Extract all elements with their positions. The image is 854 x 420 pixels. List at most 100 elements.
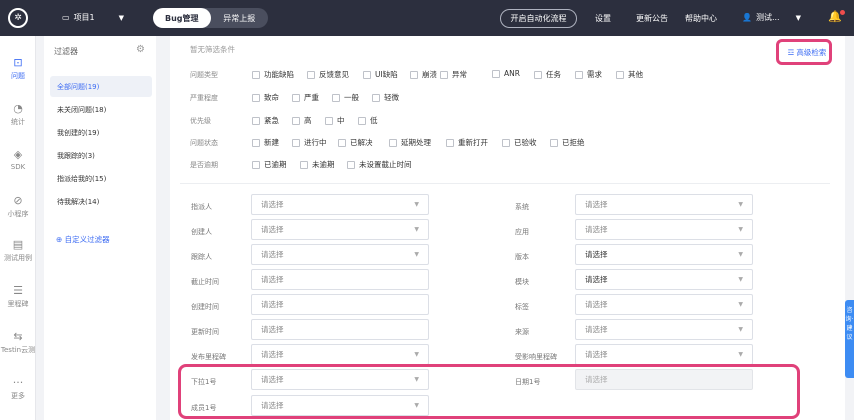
checkbox-high[interactable]: 高 bbox=[292, 115, 312, 126]
checkbox-urgent[interactable]: 紧急 bbox=[252, 115, 279, 126]
nav-sdk[interactable]: ◈ SDK bbox=[0, 148, 36, 171]
assignee-select[interactable]: 请选择 ▼ bbox=[251, 194, 429, 215]
nav-help-center[interactable]: 帮助中心 bbox=[685, 13, 717, 24]
checkbox-ui-defect[interactable]: UI缺陷 bbox=[363, 69, 398, 80]
select-placeholder: 请选择 bbox=[585, 275, 608, 284]
filter-assigned-to-me[interactable]: 指派给我的(15) bbox=[50, 168, 152, 189]
checkbox-normal[interactable]: 一般 bbox=[332, 92, 359, 103]
checkbox-medium[interactable]: 中 bbox=[325, 115, 345, 126]
checkbox-resolved[interactable]: 已解决 bbox=[338, 137, 373, 148]
version-select[interactable]: 请选择 ▼ bbox=[575, 244, 753, 265]
field-label-deadline: 截止时间 bbox=[191, 278, 219, 286]
nav-settings[interactable]: 设置 bbox=[595, 13, 611, 24]
app-logo-icon[interactable]: ✲ bbox=[8, 8, 28, 28]
filter-tracked-by-me[interactable]: 我跟踪的(3) bbox=[50, 145, 152, 166]
checkbox-box bbox=[502, 138, 510, 147]
filter-to-resolve[interactable]: 待我解决(14) bbox=[50, 191, 152, 212]
cloud-icon: ⇆ bbox=[13, 330, 23, 343]
nav-testcase[interactable]: ▤ 测试用例 bbox=[0, 238, 36, 263]
checkbox-serious[interactable]: 严重 bbox=[292, 92, 319, 103]
checkbox-not-overdue[interactable]: 未逾期 bbox=[300, 159, 335, 170]
top-bar: ✲ ▭ 项目1 ▼ Bug管理 异常上报 开启自动化流程 设置 更新公告 帮助中… bbox=[0, 0, 854, 36]
enable-automation-button[interactable]: 开启自动化流程 bbox=[500, 9, 577, 28]
checkbox-task[interactable]: 任务 bbox=[534, 69, 561, 80]
checkbox-minor[interactable]: 轻微 bbox=[372, 92, 399, 103]
nav-issues[interactable]: ⊡ 问题 bbox=[0, 56, 36, 81]
checkbox-label: 异常 bbox=[452, 70, 467, 79]
tags-select[interactable]: 请选择 ▼ bbox=[575, 294, 753, 315]
checkbox-rejected[interactable]: 已拒绝 bbox=[550, 137, 585, 148]
project-selector[interactable]: ▭ 项目1 ▼ bbox=[62, 12, 124, 23]
feedback-widget[interactable]: 咨询·建议 bbox=[845, 300, 854, 378]
nav-announcements[interactable]: 更新公告 bbox=[636, 13, 668, 24]
release-milestone-select[interactable]: 请选择 ▼ bbox=[251, 344, 429, 365]
module-select[interactable]: 请选择 ▼ bbox=[575, 269, 753, 290]
select-placeholder: 请选择 bbox=[261, 250, 284, 259]
chevron-down-icon: ▼ bbox=[738, 251, 743, 258]
checkbox-anr[interactable]: ANR bbox=[492, 69, 520, 78]
checkbox-exception[interactable]: 异常 bbox=[440, 69, 467, 80]
nav-milestone[interactable]: ☰ 里程碑 bbox=[0, 284, 36, 309]
filter-created-by-me[interactable]: 我创建的(19) bbox=[50, 122, 152, 143]
checkbox-no-deadline[interactable]: 未设置截止时间 bbox=[347, 159, 412, 170]
checkbox-box bbox=[332, 93, 340, 102]
checkbox-label: 需求 bbox=[587, 70, 602, 79]
advanced-search-label: 高级检索 bbox=[796, 47, 827, 57]
checkbox-fatal[interactable]: 致命 bbox=[252, 92, 279, 103]
deadline-picker[interactable]: 请选择 bbox=[251, 269, 429, 290]
nav-miniapp[interactable]: ⊘ 小程序 bbox=[0, 194, 36, 219]
source-select[interactable]: 请选择 ▼ bbox=[575, 319, 753, 340]
nav-testin-cloud[interactable]: ⇆ Testin云测 bbox=[0, 330, 36, 355]
checkbox-other[interactable]: 其他 bbox=[616, 69, 643, 80]
checkbox-label: 一般 bbox=[344, 93, 359, 102]
checkbox-feedback[interactable]: 反馈意见 bbox=[307, 69, 349, 80]
user-menu[interactable]: 👤 测试... ▼ bbox=[742, 12, 801, 23]
checkbox-label: 新建 bbox=[264, 138, 279, 147]
filter-unclosed[interactable]: 未关闭问题(18) bbox=[50, 99, 152, 120]
custom-filter-link[interactable]: ⊕ 自定义过滤器 bbox=[56, 234, 110, 245]
checkbox-label: 崩溃 bbox=[422, 70, 437, 79]
checkbox-functional-defect[interactable]: 功能缺陷 bbox=[252, 69, 294, 80]
filter-all-issues[interactable]: 全部问题(19) bbox=[50, 76, 152, 97]
checkbox-box bbox=[389, 138, 397, 147]
application-select[interactable]: 请选择 ▼ bbox=[575, 219, 753, 240]
checkbox-accepted[interactable]: 已验收 bbox=[502, 137, 537, 148]
checkbox-label: 功能缺陷 bbox=[264, 70, 294, 79]
checkbox-box bbox=[338, 138, 346, 147]
checkbox-box bbox=[616, 70, 624, 79]
nav-label: 统计 bbox=[11, 118, 25, 126]
checkbox-overdue[interactable]: 已逾期 bbox=[252, 159, 287, 170]
checkbox-box bbox=[363, 70, 371, 79]
tab-exception-report[interactable]: 异常上报 bbox=[211, 8, 269, 28]
affected-milestone-select[interactable]: 请选择 ▼ bbox=[575, 344, 753, 365]
checkbox-reopened[interactable]: 重新打开 bbox=[446, 137, 488, 148]
checkbox-low[interactable]: 低 bbox=[358, 115, 378, 126]
nav-stats[interactable]: ◔ 统计 bbox=[0, 102, 36, 127]
creator-select[interactable]: 请选择 ▼ bbox=[251, 219, 429, 240]
checkbox-label: 进行中 bbox=[304, 138, 327, 147]
created-time-picker[interactable]: 请选择 bbox=[251, 294, 429, 315]
checkbox-deferred[interactable]: 延期处理 bbox=[389, 137, 431, 148]
row-label-priority: 优先级 bbox=[190, 117, 211, 125]
tracker-select[interactable]: 请选择 ▼ bbox=[251, 244, 429, 265]
no-condition-text: 暂无筛选条件 bbox=[190, 45, 235, 54]
stats-icon: ◔ bbox=[13, 102, 23, 115]
checkbox-new[interactable]: 新建 bbox=[252, 137, 279, 148]
sdk-icon: ◈ bbox=[13, 148, 23, 161]
system-select[interactable]: 请选择 ▼ bbox=[575, 194, 753, 215]
checkbox-in-progress[interactable]: 进行中 bbox=[292, 137, 327, 148]
nav-more[interactable]: ··· 更多 bbox=[0, 376, 36, 401]
checkbox-box bbox=[325, 116, 333, 125]
checkbox-label: 未逾期 bbox=[312, 160, 335, 169]
tab-bug-management[interactable]: Bug管理 bbox=[153, 8, 211, 28]
gear-icon[interactable]: ⚙ bbox=[136, 44, 145, 55]
chevron-down-icon: ▼ bbox=[738, 326, 743, 333]
nav-label: Testin云测 bbox=[0, 346, 36, 354]
advanced-search-button[interactable]: ☲ 高级检索 bbox=[782, 42, 832, 62]
checkbox-crash[interactable]: 崩溃 bbox=[410, 69, 437, 80]
updated-time-picker[interactable]: 请选择 bbox=[251, 319, 429, 340]
chevron-down-icon: ▼ bbox=[738, 276, 743, 283]
checkbox-requirement[interactable]: 需求 bbox=[575, 69, 602, 80]
testcase-icon: ▤ bbox=[12, 238, 24, 251]
module-switch: Bug管理 异常上报 bbox=[153, 8, 268, 28]
